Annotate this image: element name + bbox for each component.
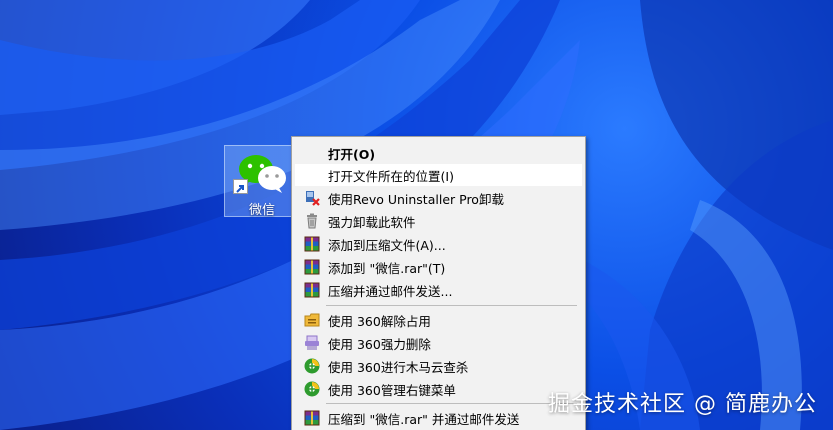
menu-item-label: 添加到 "微信.rar"(T) <box>328 260 446 276</box>
360-security-icon <box>302 357 322 375</box>
menu-item-360-unlock[interactable]: 使用 360解除占用 <box>295 309 582 331</box>
menu-item-label: 添加到压缩文件(A)... <box>328 237 446 253</box>
menu-item-label: 使用 360解除占用 <box>328 313 431 329</box>
shred-360-icon <box>302 334 322 352</box>
menu-item-label: 压缩并通过邮件发送... <box>328 283 453 299</box>
trash-icon <box>302 212 322 230</box>
context-menu: 打开(O) 打开文件所在的位置(I) 使用Revo Uninstaller Pr… <box>291 136 586 430</box>
menu-item-label: 强力卸载此软件 <box>328 214 416 230</box>
menu-item-compress-rar-and-email[interactable]: 压缩到 "微信.rar" 并通过邮件发送 <box>295 407 582 429</box>
revo-uninstaller-icon <box>302 189 322 207</box>
menu-item-compress-and-email[interactable]: 压缩并通过邮件发送... <box>295 279 582 301</box>
menu-item-add-to-rar[interactable]: 添加到 "微信.rar"(T) <box>295 256 582 278</box>
menu-item-label: 使用 360强力删除 <box>328 336 431 352</box>
menu-item-label: 压缩到 "微信.rar" 并通过邮件发送 <box>328 411 520 427</box>
360-security-icon <box>302 380 322 398</box>
menu-item-label: 使用Revo Uninstaller Pro卸载 <box>328 191 504 207</box>
shortcut-arrow-icon <box>233 179 248 194</box>
watermark-text: 掘金技术社区 @ 简鹿办公 <box>548 392 817 417</box>
menu-separator <box>326 305 577 306</box>
winrar-icon <box>302 258 322 276</box>
winrar-icon <box>302 409 322 427</box>
menu-item-force-uninstall[interactable]: 强力卸载此软件 <box>295 210 582 232</box>
winrar-icon <box>302 235 322 253</box>
menu-item-label: 使用 360管理右键菜单 <box>328 382 456 398</box>
wechat-desktop-shortcut[interactable]: 微信 <box>224 145 300 218</box>
menu-item-label: 打开(O) <box>328 146 376 162</box>
menu-separator <box>326 403 577 404</box>
unlock-360-icon <box>302 311 322 329</box>
menu-item-360-trojan-scan[interactable]: 使用 360进行木马云查杀 <box>295 355 582 377</box>
menu-item-revo-uninstall[interactable]: 使用Revo Uninstaller Pro卸载 <box>295 187 582 209</box>
menu-item-360-force-delete[interactable]: 使用 360强力删除 <box>295 332 582 354</box>
menu-item-label: 使用 360进行木马云查杀 <box>328 359 469 375</box>
menu-item-open-file-location[interactable]: 打开文件所在的位置(I) <box>295 164 582 186</box>
menu-item-open[interactable]: 打开(O) <box>295 142 582 164</box>
menu-item-add-to-archive[interactable]: 添加到压缩文件(A)... <box>295 233 582 255</box>
menu-item-360-manage-context-menu[interactable]: 使用 360管理右键菜单 <box>295 378 582 400</box>
menu-item-label: 打开文件所在的位置(I) <box>328 168 454 184</box>
winrar-icon <box>302 281 322 299</box>
desktop-icon-label: 微信 <box>248 203 275 218</box>
